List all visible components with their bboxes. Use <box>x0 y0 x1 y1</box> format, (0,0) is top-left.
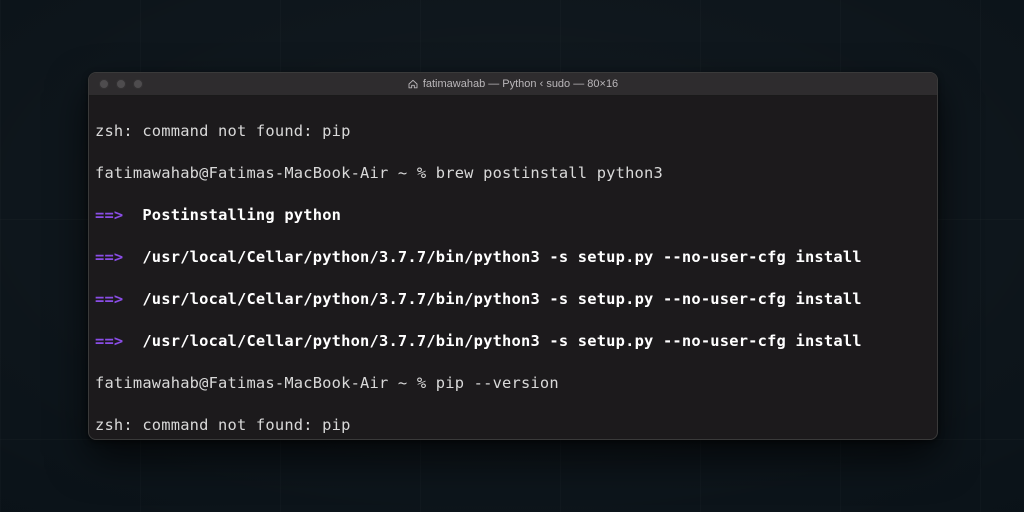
term-line: ==> /usr/local/Cellar/python/3.7.7/bin/p… <box>95 331 931 352</box>
terminal-body[interactable]: zsh: command not found: pip fatimawahab@… <box>89 96 937 440</box>
term-bold-text: /usr/local/Cellar/python/3.7.7/bin/pytho… <box>142 332 861 350</box>
terminal-window: fatimawahab — Python ‹ sudo — 80×16 zsh:… <box>88 72 938 440</box>
term-bold-text: Postinstalling python <box>142 206 341 224</box>
term-line: zsh: command not found: pip <box>95 121 931 142</box>
arrow-icon: ==> <box>95 290 123 308</box>
arrow-icon: ==> <box>95 206 123 224</box>
term-bold-text: /usr/local/Cellar/python/3.7.7/bin/pytho… <box>142 290 861 308</box>
minimize-icon[interactable] <box>116 79 126 89</box>
term-line: ==> /usr/local/Cellar/python/3.7.7/bin/p… <box>95 247 931 268</box>
term-line: ==> /usr/local/Cellar/python/3.7.7/bin/p… <box>95 289 931 310</box>
close-icon[interactable] <box>99 79 109 89</box>
home-icon <box>408 79 418 89</box>
term-line: zsh: command not found: pip <box>95 415 931 436</box>
arrow-icon: ==> <box>95 248 123 266</box>
traffic-lights <box>89 79 143 89</box>
term-line: fatimawahab@Fatimas-MacBook-Air ~ % brew… <box>95 163 931 184</box>
titlebar[interactable]: fatimawahab — Python ‹ sudo — 80×16 <box>89 73 937 96</box>
zoom-icon[interactable] <box>133 79 143 89</box>
arrow-icon: ==> <box>95 332 123 350</box>
term-bold-text: /usr/local/Cellar/python/3.7.7/bin/pytho… <box>142 248 861 266</box>
term-line: ==> Postinstalling python <box>95 205 931 226</box>
window-title: fatimawahab — Python ‹ sudo — 80×16 <box>423 78 618 90</box>
term-line: fatimawahab@Fatimas-MacBook-Air ~ % pip … <box>95 373 931 394</box>
